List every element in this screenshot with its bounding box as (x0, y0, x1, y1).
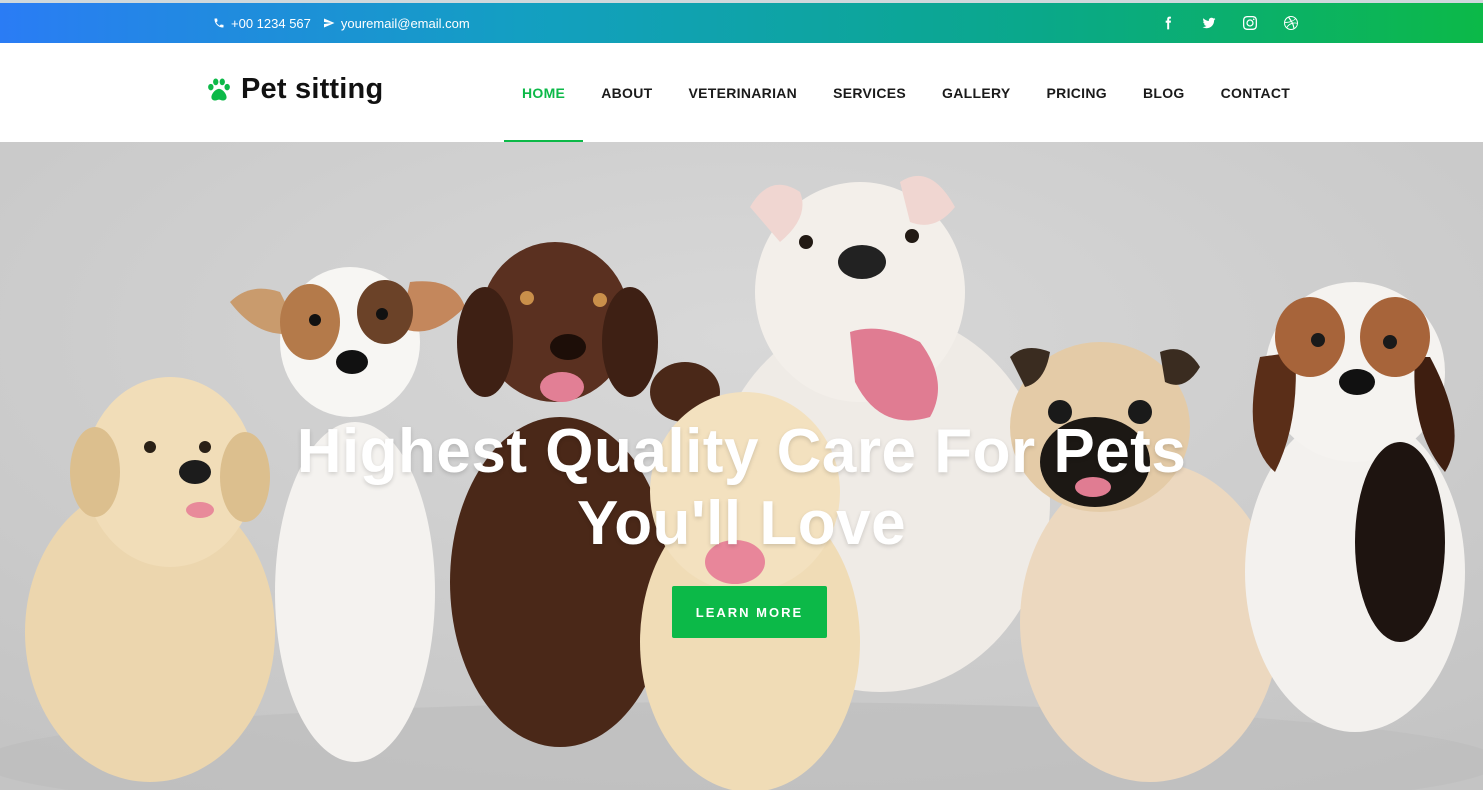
nav-veterinarian[interactable]: VETERINARIAN (670, 43, 815, 142)
facebook-icon[interactable] (1160, 15, 1176, 31)
contact-info: +00 1234 567 youremail@email.com (213, 3, 470, 43)
main-nav: HOME ABOUT VETERINARIAN SERVICES GALLERY… (504, 43, 1308, 142)
hero-section: Highest Quality Care For Pets You'll Lov… (0, 142, 1483, 790)
twitter-icon[interactable] (1201, 15, 1217, 31)
site-logo[interactable]: Pet sitting (205, 73, 383, 106)
nav-services[interactable]: SERVICES (815, 43, 924, 142)
hero-title: Highest Quality Care For Pets You'll Lov… (0, 416, 1483, 560)
top-bar: +00 1234 567 youremail@email.com (0, 0, 1483, 43)
nav-contact[interactable]: CONTACT (1203, 43, 1309, 142)
phone-contact[interactable]: +00 1234 567 (213, 16, 311, 31)
phone-icon (214, 18, 224, 28)
email-contact[interactable]: youremail@email.com (323, 16, 470, 31)
phone-number: +00 1234 567 (231, 15, 311, 31)
brand-name: Pet sitting (241, 73, 384, 105)
email-address: youremail@email.com (340, 15, 470, 31)
nav-home[interactable]: HOME (504, 43, 584, 142)
nav-blog[interactable]: BLOG (1125, 43, 1203, 142)
instagram-icon[interactable] (1242, 15, 1258, 31)
learn-more-button[interactable]: LEARN MORE (672, 586, 827, 638)
nav-gallery[interactable]: GALLERY (924, 43, 1028, 142)
hero-title-line-1: Highest Quality Care For Pets (296, 417, 1187, 486)
hero-title-line-2: You'll Love (576, 489, 907, 558)
site-header: Pet sitting HOME ABOUT VETERINARIAN SERV… (0, 43, 1483, 142)
nav-pricing[interactable]: PRICING (1029, 43, 1125, 142)
dribbble-icon[interactable] (1283, 15, 1299, 31)
paw-icon (208, 77, 230, 100)
paper-plane-icon (323, 18, 335, 28)
social-links (1160, 3, 1299, 43)
nav-about[interactable]: ABOUT (583, 43, 670, 142)
